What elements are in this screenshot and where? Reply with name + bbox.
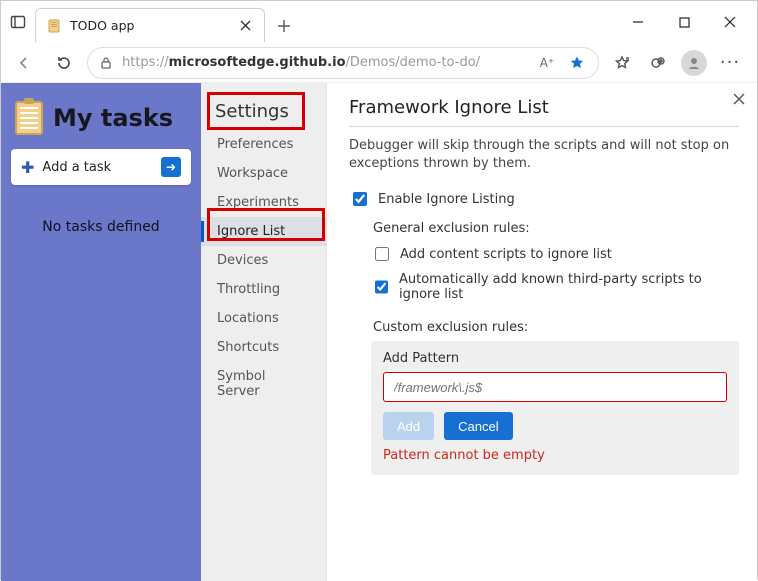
cancel-button[interactable]: Cancel: [444, 412, 512, 440]
sidebar-item-shortcuts[interactable]: Shortcuts: [201, 333, 326, 362]
maximize-button[interactable]: [661, 8, 707, 36]
tab-title: TODO app: [70, 18, 228, 33]
favorites-icon[interactable]: [605, 48, 639, 78]
tab-actions-icon[interactable]: [1, 1, 35, 43]
settings-panel: Framework Ignore List Debugger will skip…: [327, 83, 757, 581]
refresh-button[interactable]: [47, 48, 81, 78]
sidebar-item-experiments[interactable]: Experiments: [201, 188, 326, 217]
settings-sidebar: Settings Preferences Workspace Experimen…: [201, 83, 327, 581]
enable-ignore-checkbox-row[interactable]: Enable Ignore Listing: [349, 189, 739, 209]
tab-strip: TODO app: [1, 1, 299, 43]
favicon-clipboard-icon: [46, 18, 62, 34]
content-area: My tasks ✚ Add a task ➜ No tasks defined…: [1, 83, 757, 581]
minimize-button[interactable]: [615, 8, 661, 36]
more-menu-icon[interactable]: ···: [713, 48, 747, 78]
settings-heading: Settings: [201, 95, 326, 130]
sidebar-item-devices[interactable]: Devices: [201, 246, 326, 275]
sidebar-item-locations[interactable]: Locations: [201, 304, 326, 333]
rule-content-scripts-checkbox[interactable]: [375, 247, 389, 261]
close-panel-icon[interactable]: [733, 93, 745, 109]
close-tab-icon[interactable]: [236, 17, 254, 35]
rule-third-party-row[interactable]: Automatically add known third-party scri…: [371, 272, 739, 302]
rule-third-party-label: Automatically add known third-party scri…: [399, 272, 739, 302]
clipboard-icon: [15, 101, 43, 135]
page-title: My tasks: [53, 104, 173, 132]
sidebar-item-symbol-server[interactable]: Symbol Server: [201, 362, 326, 406]
sidebar-item-throttling[interactable]: Throttling: [201, 275, 326, 304]
add-button[interactable]: Add: [383, 412, 434, 440]
rule-content-scripts-label: Add content scripts to ignore list: [400, 247, 612, 262]
panel-title: Framework Ignore List: [349, 97, 739, 118]
divider: [349, 126, 739, 127]
general-rules-heading: General exclusion rules:: [373, 221, 739, 236]
back-button[interactable]: [7, 48, 41, 78]
new-tab-button[interactable]: [269, 11, 299, 41]
reader-mode-icon[interactable]: A⁺: [536, 56, 558, 70]
add-task-label: Add a task: [42, 160, 111, 175]
settings-nav: Preferences Workspace Experiments Ignore…: [201, 130, 326, 406]
lock-icon: [98, 56, 114, 70]
favorite-star-icon[interactable]: [566, 55, 588, 71]
custom-rules-heading: Custom exclusion rules:: [373, 320, 739, 335]
url-text: https://microsoftedge.github.io/Demos/de…: [122, 55, 528, 70]
sidebar-item-preferences[interactable]: Preferences: [201, 130, 326, 159]
pattern-input[interactable]: [383, 372, 727, 402]
enable-ignore-checkbox[interactable]: [353, 192, 367, 206]
custom-rules-box: Add Pattern Add Cancel Pattern cannot be…: [371, 341, 739, 475]
add-task-input[interactable]: ✚ Add a task ➜: [11, 149, 191, 185]
collections-icon[interactable]: [641, 48, 675, 78]
empty-state-text: No tasks defined: [11, 219, 191, 235]
submit-task-icon[interactable]: ➜: [161, 157, 181, 177]
enable-ignore-label: Enable Ignore Listing: [378, 192, 515, 207]
close-window-button[interactable]: [707, 8, 753, 36]
rule-third-party-checkbox[interactable]: [375, 280, 388, 294]
window-controls: [615, 1, 753, 43]
panel-description: Debugger will skip through the scripts a…: [349, 137, 739, 173]
browser-tab[interactable]: TODO app: [35, 8, 265, 42]
rule-content-scripts-row[interactable]: Add content scripts to ignore list: [371, 244, 739, 264]
sidebar-item-workspace[interactable]: Workspace: [201, 159, 326, 188]
add-pattern-label: Add Pattern: [383, 351, 727, 366]
browser-toolbar: https://microsoftedge.github.io/Demos/de…: [1, 43, 757, 83]
plus-icon: ✚: [21, 158, 34, 177]
app-title-row: My tasks: [11, 97, 191, 149]
profile-avatar[interactable]: [677, 48, 711, 78]
error-message: Pattern cannot be empty: [383, 448, 727, 463]
toolbar-right: ···: [605, 48, 747, 78]
titlebar: TODO app: [1, 1, 757, 43]
address-bar[interactable]: https://microsoftedge.github.io/Demos/de…: [87, 47, 599, 79]
todo-app-pane: My tasks ✚ Add a task ➜ No tasks defined: [1, 83, 201, 581]
sidebar-item-ignore-list[interactable]: Ignore List: [201, 217, 326, 246]
